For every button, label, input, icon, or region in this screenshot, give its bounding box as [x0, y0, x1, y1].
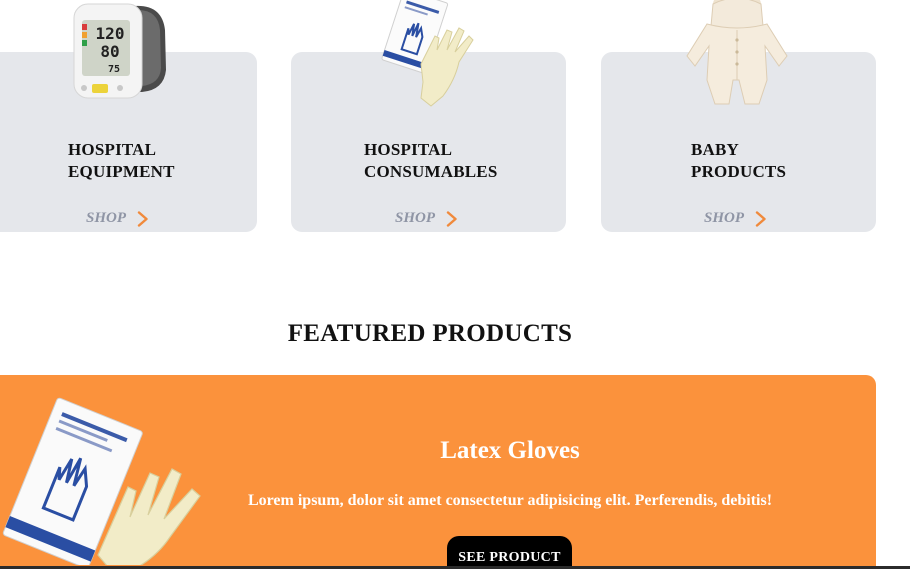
category-title: HOSPITAL EQUIPMENT — [68, 140, 175, 181]
category-title: BABY PRODUCTS — [691, 140, 787, 181]
monitor-reading-dia: 80 — [100, 42, 119, 61]
chevron-right-icon — [446, 210, 457, 227]
latex-gloves-package-icon — [2, 397, 201, 565]
chevron-right-icon — [137, 210, 148, 227]
shop-label: SHOP — [395, 210, 436, 226]
chevron-right-icon — [755, 210, 766, 227]
category-title: HOSPITAL CONSUMABLES — [364, 140, 498, 181]
featured-product-banner: Latex Gloves Lorem ipsum, dolor sit amet… — [0, 375, 876, 569]
blood-pressure-monitor-icon: 120 80 75 — [73, 3, 166, 99]
featured-product-description: Lorem ipsum, dolor sit amet consectetur … — [247, 492, 773, 509]
shop-link[interactable]: SHOP — [86, 210, 150, 227]
monitor-reading-sys: 120 — [96, 24, 125, 43]
monitor-reading-pulse: 75 — [108, 64, 120, 75]
shop-label: SHOP — [704, 210, 745, 226]
page: HOSPITAL EQUIPMENT SHOP HOSPITAL CONSUMA… — [0, 0, 910, 569]
baby-romper-icon — [686, 0, 788, 105]
see-product-button[interactable]: SEE PRODUCT — [447, 536, 572, 569]
featured-products-heading: FEATURED PRODUCTS — [287, 320, 573, 347]
surgical-gloves-icon — [381, 0, 474, 107]
shop-link[interactable]: SHOP — [395, 210, 459, 227]
shop-label: SHOP — [86, 210, 127, 226]
featured-product-name: Latex Gloves — [440, 437, 580, 464]
shop-link[interactable]: SHOP — [704, 210, 768, 227]
